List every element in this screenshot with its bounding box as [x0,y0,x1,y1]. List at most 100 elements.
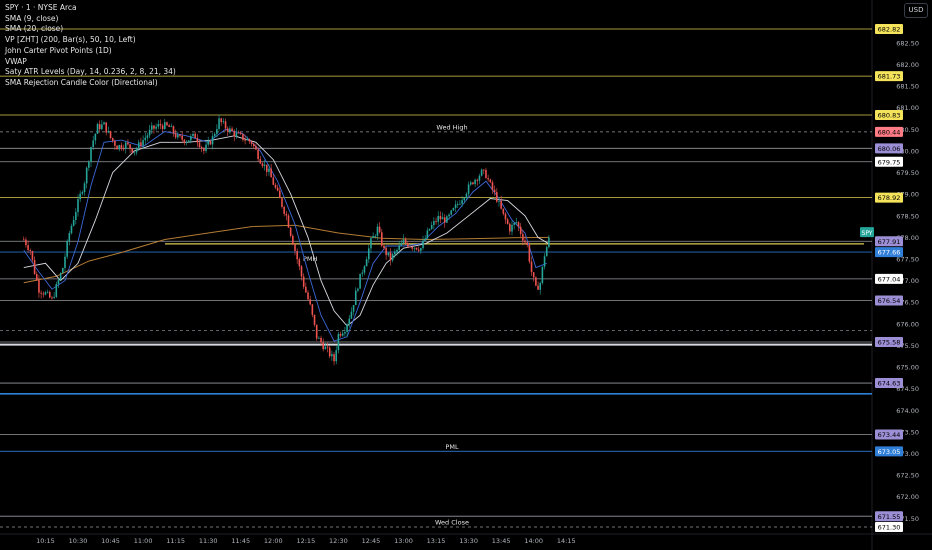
candle-body[interactable] [166,122,168,126]
candle-body[interactable] [307,292,309,300]
candle-body[interactable] [29,250,32,252]
candle-body[interactable] [509,223,511,232]
candle-body[interactable] [467,184,470,194]
candle-body[interactable] [361,272,364,274]
candle-body[interactable] [159,124,162,126]
candle-body[interactable] [463,198,466,201]
candle-body[interactable] [320,337,322,343]
candle-body[interactable] [532,272,535,278]
candle-body[interactable] [450,210,453,215]
candle-body[interactable] [461,200,463,204]
candle-body[interactable] [203,148,205,151]
candle-body[interactable] [524,240,526,243]
candle-body[interactable] [98,124,101,130]
candle-body[interactable] [116,145,118,150]
candle-body[interactable] [153,125,155,129]
legend-indicator-sma9[interactable]: SMA (9, close) [5,14,176,25]
currency-button[interactable]: USD [904,3,928,18]
candle-body[interactable] [239,132,242,134]
candle-body[interactable] [311,304,314,315]
candle-body[interactable] [248,139,251,142]
candle-body[interactable] [435,221,437,222]
candle-body[interactable] [233,131,236,137]
candle-body[interactable] [437,215,440,222]
candle-body[interactable] [53,296,55,298]
candle-body[interactable] [322,342,325,350]
candle-body[interactable] [541,266,544,283]
candle-body[interactable] [198,142,201,148]
candle-body[interactable] [374,235,377,237]
candle-body[interactable] [426,230,429,239]
candle-body[interactable] [300,266,303,277]
candle-body[interactable] [218,118,220,130]
candle-body[interactable] [68,233,71,242]
candle-body[interactable] [64,256,66,269]
candle-body[interactable] [242,133,244,140]
candle-body[interactable] [359,273,361,289]
candle-body[interactable] [344,332,346,334]
candle-body[interactable] [489,179,492,183]
candle-body[interactable] [255,146,257,150]
candle-body[interactable] [381,232,383,246]
candle-body[interactable] [77,199,79,213]
candle-body[interactable] [446,216,448,223]
candle-body[interactable] [496,192,498,202]
candle-body[interactable] [292,235,294,245]
candle-body[interactable] [454,204,457,209]
candle-body[interactable] [296,251,298,260]
candle-body[interactable] [276,187,279,191]
candle-body[interactable] [548,237,550,248]
candle-body[interactable] [62,268,64,273]
candle-body[interactable] [350,311,353,319]
candle-body[interactable] [226,128,229,132]
candle-body[interactable] [170,126,173,128]
candle-body[interactable] [352,305,355,312]
candle-body[interactable] [357,288,359,291]
candle-body[interactable] [309,299,311,305]
candle-body[interactable] [103,122,105,125]
candle-body[interactable] [92,140,94,148]
candle-body[interactable] [44,292,47,295]
candle-body[interactable] [164,122,166,129]
candle-body[interactable] [142,140,144,146]
candle-body[interactable] [107,131,110,133]
candle-body[interactable] [38,280,40,293]
candle-body[interactable] [348,318,351,325]
candle-body[interactable] [127,142,129,145]
candle-body[interactable] [25,239,27,246]
candle-body[interactable] [396,249,398,252]
candle-body[interactable] [413,247,416,249]
candle-body[interactable] [244,139,246,141]
candle-body[interactable] [250,141,253,144]
candle-body[interactable] [281,198,283,207]
candle-body[interactable] [101,124,103,130]
candle-body[interactable] [148,129,151,136]
candle-body[interactable] [185,142,188,143]
candle-body[interactable] [181,135,183,140]
candle-body[interactable] [155,126,157,129]
candle-body[interactable] [422,240,424,249]
candle-body[interactable] [42,293,45,295]
candle-body[interactable] [517,222,520,227]
candle-body[interactable] [417,249,420,251]
candle-body[interactable] [420,248,422,251]
candle-body[interactable] [285,213,288,216]
candle-body[interactable] [157,124,160,127]
candle-body[interactable] [168,125,170,127]
candle-body[interactable] [246,139,249,141]
candle-body[interactable] [137,142,140,149]
candle-body[interactable] [528,245,531,262]
candle-body[interactable] [111,137,114,141]
candle-body[interactable] [383,245,385,249]
candle-body[interactable] [385,248,387,256]
candle-body[interactable] [339,333,342,336]
candle-body[interactable] [81,192,84,194]
candle-body[interactable] [313,314,316,325]
candle-body[interactable] [430,224,433,229]
candle-body[interactable] [150,125,153,130]
candle-body[interactable] [331,354,333,357]
candle-body[interactable] [409,246,411,248]
candle-body[interactable] [333,354,335,362]
candle-body[interactable] [324,346,327,350]
candle-body[interactable] [302,276,305,287]
